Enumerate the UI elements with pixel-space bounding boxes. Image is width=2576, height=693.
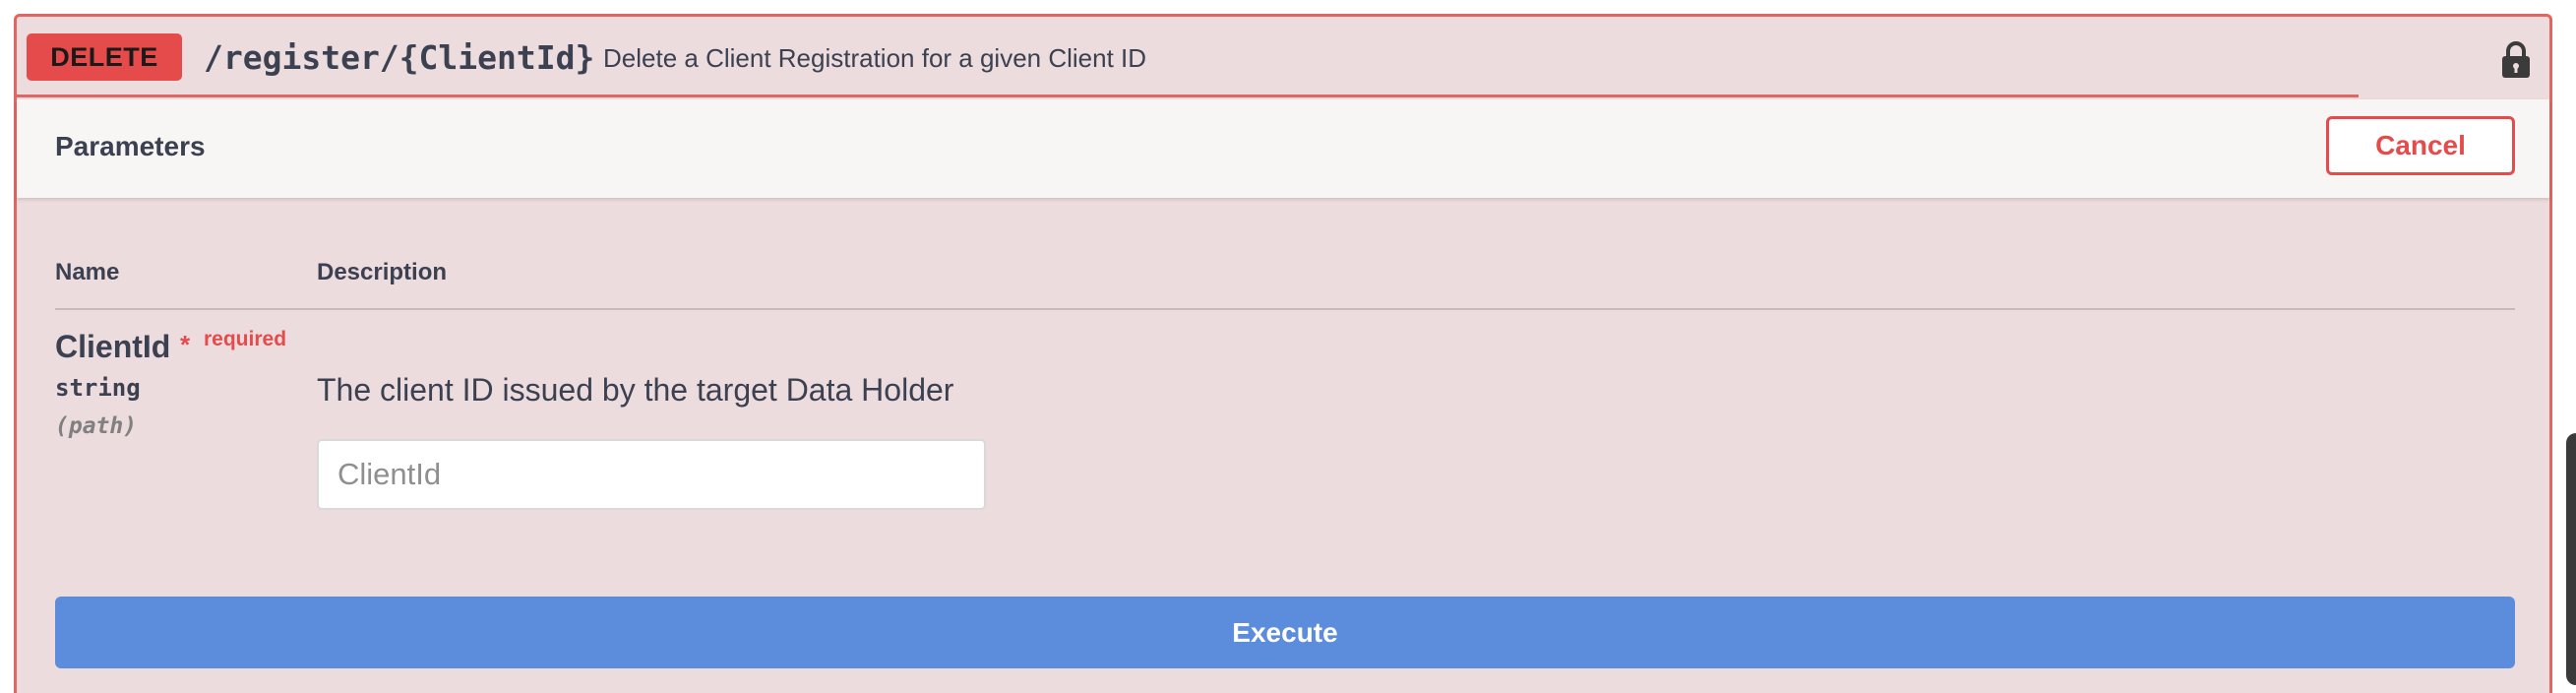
execute-button[interactable]: Execute [55, 597, 2515, 668]
lock-icon[interactable] [2499, 40, 2533, 80]
column-header-name: Name [55, 259, 120, 285]
parameter-location: (path) [55, 413, 138, 439]
client-id-input[interactable] [317, 439, 986, 510]
method-badge: DELETE [27, 33, 182, 81]
table-divider [55, 308, 2515, 310]
parameter-name: ClientId [55, 329, 171, 364]
column-header-description: Description [317, 259, 448, 285]
endpoint-path: /register/{ClientId} [204, 38, 595, 77]
parameters-header: Parameters Cancel [17, 99, 2549, 198]
cancel-button[interactable]: Cancel [2326, 116, 2515, 175]
scrollbar[interactable] [2566, 433, 2576, 685]
operation-summary[interactable]: DELETE /register/{ClientId} Delete a Cli… [17, 17, 2359, 97]
delete-operation-block: DELETE /register/{ClientId} Delete a Cli… [14, 14, 2552, 693]
parameters-title: Parameters [55, 131, 206, 161]
required-label: required [204, 328, 287, 350]
required-marker: * [180, 330, 191, 359]
parameter-description: The client ID issued by the target Data … [317, 372, 954, 408]
operation-description: Delete a Client Registration for a given… [603, 43, 1147, 73]
parameter-type: string [55, 374, 141, 402]
